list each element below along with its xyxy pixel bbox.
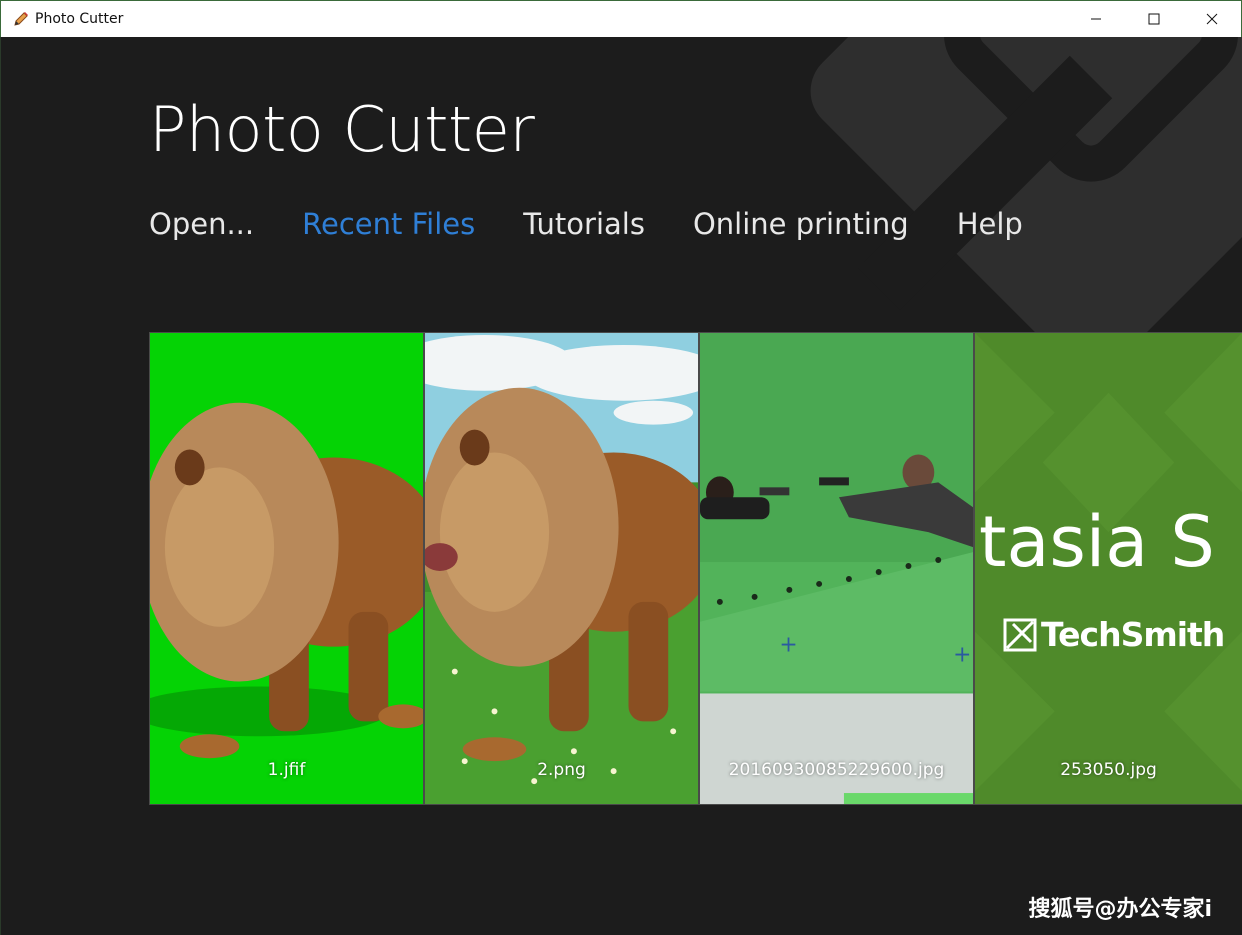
close-icon [1206,13,1218,25]
minimize-button[interactable] [1067,1,1125,37]
file-name-label: 20160930085229600.jpg [728,760,945,780]
pencil-icon [11,9,31,29]
close-button[interactable] [1183,1,1241,37]
file-name-label: 1.jfif [267,760,306,780]
greenscreen-thumbnail: + + [700,333,973,804]
nav-open[interactable]: Open... [149,207,254,241]
window-title: Photo Cutter [35,11,124,27]
nav-online-printing[interactable]: Online printing [693,207,909,241]
nav-recent-files[interactable]: Recent Files [302,207,475,241]
background-logo-icon [810,37,1242,337]
minimize-icon [1091,18,1101,20]
main-nav: Open... Recent Files Tutorials Online pr… [149,207,1071,241]
techsmith-brand-text: TechSmith [1041,615,1225,654]
maximize-button[interactable] [1125,1,1183,37]
splash-title-text: tasia S [979,501,1215,583]
techsmith-logo-icon [1003,618,1037,651]
recent-file-tile[interactable]: 2.png [424,332,699,805]
svg-text:+: + [779,633,797,658]
watermark-text: 搜狐号@办公专家i [1028,897,1212,922]
lion-thumbnail [150,333,423,804]
maximize-icon [1148,13,1160,25]
window-controls [1067,1,1241,37]
file-name-label: 253050.jpg [1060,760,1157,780]
lion-grass-thumbnail [425,333,698,804]
recent-file-tile[interactable]: + + 20160930085229600.jpg [699,332,974,805]
recent-files-list: 1.jfif 2.png + + 20160930085229600.jpg t… [149,332,1242,805]
svg-text:+: + [953,643,971,668]
recent-file-tile[interactable]: 1.jfif [149,332,424,805]
main-area: Photo Cutter Open... Recent Files Tutori… [0,37,1242,935]
nav-tutorials[interactable]: Tutorials [523,207,645,241]
recent-file-tile[interactable]: tasia S TechSmith 253050.jpg [974,332,1242,805]
title-bar: Photo Cutter [0,0,1242,37]
nav-help[interactable]: Help [957,207,1023,241]
file-name-label: 2.png [537,760,586,780]
app-heading: Photo Cutter [149,93,535,166]
techsmith-logo: TechSmith [1003,615,1225,654]
